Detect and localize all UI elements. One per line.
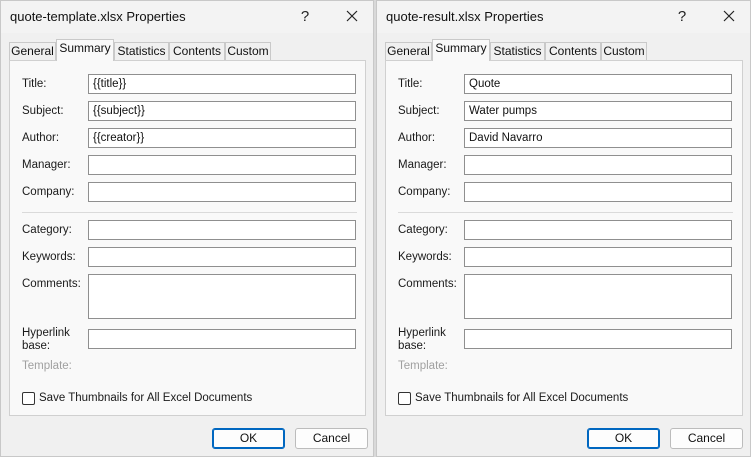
cancel-button[interactable]: Cancel — [670, 428, 743, 449]
manager-label: Manager: — [398, 159, 447, 171]
summary-panel: Title: Quote Subject: Water pumps Author… — [385, 60, 743, 416]
title-label: Title: — [398, 78, 423, 90]
tab-statistics[interactable]: Statistics — [114, 42, 169, 61]
tab-general[interactable]: General — [385, 42, 432, 61]
hyperlink-base-label-line2: base: — [398, 340, 427, 352]
subject-label: Subject: — [22, 105, 64, 117]
company-field[interactable] — [88, 182, 356, 202]
subject-field[interactable]: {{subject}} — [88, 101, 356, 121]
subject-field[interactable]: Water pumps — [464, 101, 732, 121]
cancel-button[interactable]: Cancel — [295, 428, 368, 449]
template-label: Template: — [398, 360, 448, 372]
tab-contents[interactable]: Contents — [545, 42, 601, 61]
hyperlink-base-field[interactable] — [464, 329, 732, 349]
keywords-field[interactable] — [88, 247, 356, 267]
close-button[interactable] — [716, 6, 742, 28]
help-button[interactable]: ? — [670, 7, 694, 27]
title-field[interactable]: Quote — [464, 74, 732, 94]
hyperlink-base-label-line1: Hyperlink — [398, 327, 446, 339]
comments-field[interactable] — [464, 274, 732, 319]
ok-button[interactable]: OK — [212, 428, 285, 449]
dialog-title: quote-template.xlsx Properties — [10, 9, 186, 24]
close-icon — [346, 10, 358, 22]
save-thumbnails-label: Save Thumbnails for All Excel Documents — [39, 392, 253, 404]
tab-contents[interactable]: Contents — [169, 42, 225, 61]
manager-field[interactable] — [88, 155, 356, 175]
author-field[interactable]: David Navarro — [464, 128, 732, 148]
title-bar: quote-template.xlsx Properties ? — [1, 1, 373, 33]
title-label: Title: — [22, 78, 47, 90]
category-field[interactable] — [88, 220, 356, 240]
hyperlink-base-field[interactable] — [88, 329, 356, 349]
save-thumbnails-checkbox[interactable] — [22, 392, 35, 405]
subject-label: Subject: — [398, 105, 440, 117]
section-divider — [398, 212, 733, 213]
keywords-field[interactable] — [464, 247, 732, 267]
company-label: Company: — [22, 186, 75, 198]
properties-dialog-template: quote-template.xlsx Properties ? General… — [0, 0, 374, 457]
company-label: Company: — [398, 186, 451, 198]
company-field[interactable] — [464, 182, 732, 202]
title-bar: quote-result.xlsx Properties ? — [377, 1, 750, 33]
manager-field[interactable] — [464, 155, 732, 175]
author-label: Author: — [22, 132, 60, 144]
hyperlink-base-label-line2: base: — [22, 340, 51, 352]
comments-label: Comments: — [22, 278, 81, 290]
tab-custom[interactable]: Custom — [225, 42, 271, 61]
keywords-label: Keywords: — [398, 251, 452, 263]
summary-panel: Title: {{title}} Subject: {{subject}} Au… — [9, 60, 366, 416]
close-button[interactable] — [339, 6, 365, 28]
category-field[interactable] — [464, 220, 732, 240]
tab-summary[interactable]: Summary — [432, 39, 490, 61]
help-button[interactable]: ? — [293, 7, 317, 27]
comments-label: Comments: — [398, 278, 457, 290]
author-label: Author: — [398, 132, 436, 144]
ok-button[interactable]: OK — [587, 428, 660, 449]
category-label: Category: — [398, 224, 448, 236]
title-field[interactable]: {{title}} — [88, 74, 356, 94]
keywords-label: Keywords: — [22, 251, 76, 263]
hyperlink-base-label-line1: Hyperlink — [22, 327, 70, 339]
properties-dialog-result: quote-result.xlsx Properties ? General S… — [376, 0, 751, 457]
dialog-title: quote-result.xlsx Properties — [386, 9, 544, 24]
tab-custom[interactable]: Custom — [601, 42, 647, 61]
tab-summary[interactable]: Summary — [56, 39, 114, 61]
section-divider — [22, 212, 357, 213]
close-icon — [723, 10, 735, 22]
tab-statistics[interactable]: Statistics — [490, 42, 545, 61]
manager-label: Manager: — [22, 159, 71, 171]
author-field[interactable]: {{creator}} — [88, 128, 356, 148]
save-thumbnails-label: Save Thumbnails for All Excel Documents — [415, 392, 629, 404]
tab-general[interactable]: General — [9, 42, 56, 61]
template-label: Template: — [22, 360, 72, 372]
comments-field[interactable] — [88, 274, 356, 319]
category-label: Category: — [22, 224, 72, 236]
save-thumbnails-checkbox[interactable] — [398, 392, 411, 405]
